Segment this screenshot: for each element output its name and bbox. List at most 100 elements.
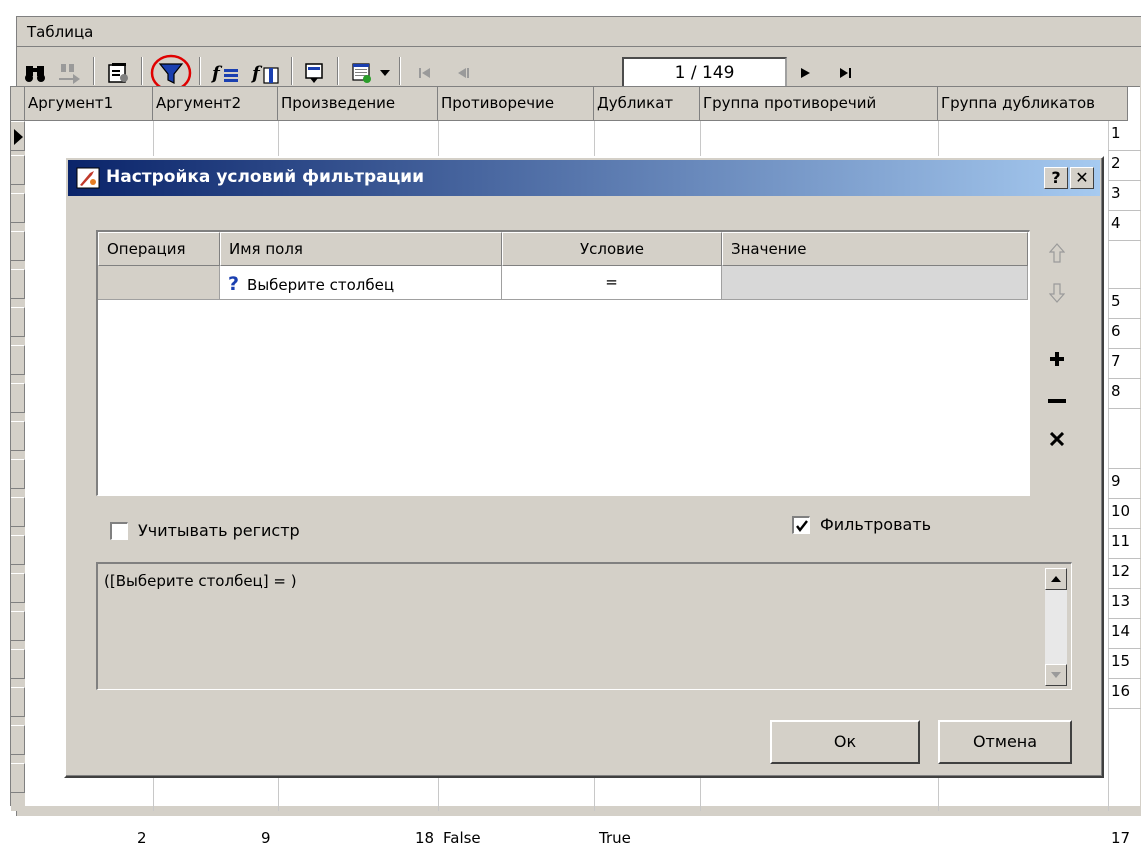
row-header[interactable]	[11, 421, 25, 451]
help-button[interactable]: ?	[1044, 167, 1068, 189]
column-header-field[interactable]: Имя поля	[220, 232, 502, 266]
scroll-down-button[interactable]	[1045, 664, 1067, 686]
table-cell[interactable]: 9	[1108, 469, 1141, 499]
find-icon[interactable]	[21, 59, 51, 87]
row-header[interactable]	[11, 573, 25, 603]
filter-table-header: Операция Имя поля Условие Значение	[98, 232, 1028, 266]
column-header-arg1[interactable]: Аргумент1	[25, 87, 153, 121]
app-icon	[76, 167, 100, 189]
column-header-operation[interactable]: Операция	[98, 232, 220, 266]
row-header[interactable]	[11, 763, 25, 793]
table-cell[interactable]: 9	[261, 825, 271, 855]
row-header[interactable]	[11, 649, 25, 679]
cancel-button[interactable]: Отмена	[938, 720, 1072, 764]
operation-cell[interactable]	[98, 266, 220, 300]
table-row[interactable]: ? Выберите столбец =	[98, 266, 1028, 300]
dialog-title-bar[interactable]: Настройка условий фильтрации ? ✕	[68, 160, 1100, 196]
toolbar-separator	[399, 57, 401, 85]
table-cell[interactable]	[1108, 409, 1141, 469]
row-header[interactable]	[11, 725, 25, 755]
toolbar-separator	[141, 57, 143, 85]
clear-conditions-button[interactable]	[1042, 424, 1072, 454]
row-header[interactable]	[11, 687, 25, 717]
formula-column-icon[interactable]: f	[249, 59, 283, 87]
group-column-values: 1 2 3 4 5 6 7 8 9 10 11 12 13 14 15 16	[1108, 121, 1141, 811]
column-header-condition[interactable]: Условие	[502, 232, 722, 266]
value-cell[interactable]	[722, 266, 1028, 300]
row-header[interactable]	[11, 193, 25, 223]
table-cell[interactable]: 2	[137, 825, 147, 855]
field-cell[interactable]: ? Выберите столбец	[220, 266, 502, 300]
row-header[interactable]	[11, 497, 25, 527]
table-cell[interactable]: 15	[1108, 649, 1141, 679]
dropdown-arrow-icon[interactable]	[379, 67, 391, 79]
table-cell[interactable]: 2	[1108, 151, 1141, 181]
filter-label: Фильтровать	[820, 515, 932, 534]
table-cell[interactable]: True	[599, 825, 631, 855]
row-header[interactable]	[11, 307, 25, 337]
table-row[interactable]: 2 9 18 False True 17	[25, 825, 1135, 855]
filter-conditions-table: Операция Имя поля Условие Значение ? Выбе…	[96, 230, 1030, 496]
toolbar-separator	[93, 57, 95, 85]
column-header-value[interactable]: Значение	[722, 232, 1028, 266]
column-header-contradiction-group[interactable]: Группа противоречий	[700, 87, 938, 121]
last-record-icon[interactable]	[833, 61, 859, 85]
row-header[interactable]	[11, 459, 25, 489]
table-cell[interactable]	[1108, 241, 1141, 289]
column-header-duplicate-group[interactable]: Группа дубликатов	[938, 87, 1128, 121]
find-next-icon[interactable]	[55, 59, 85, 87]
table-cell[interactable]: 10	[1108, 499, 1141, 529]
row-header[interactable]	[11, 269, 25, 299]
condition-cell[interactable]: =	[502, 266, 722, 300]
row-header[interactable]	[11, 155, 25, 185]
add-condition-button[interactable]	[1042, 344, 1072, 374]
column-header-contradiction[interactable]: Противоречие	[438, 87, 594, 121]
table-cell[interactable]: 6	[1108, 319, 1141, 349]
prev-record-icon[interactable]	[451, 61, 477, 85]
remove-condition-button[interactable]	[1042, 386, 1072, 416]
table-cell[interactable]: 4	[1108, 211, 1141, 241]
table-cell[interactable]: 11	[1108, 529, 1141, 559]
column-header-product[interactable]: Произведение	[278, 87, 438, 121]
row-header[interactable]	[11, 383, 25, 413]
table-cell[interactable]: False	[443, 825, 481, 855]
table-cell[interactable]: 12	[1108, 559, 1141, 589]
row-view-icon[interactable]	[299, 59, 329, 87]
row-header[interactable]	[11, 231, 25, 261]
table-cell[interactable]: 1	[1108, 121, 1141, 151]
ok-button[interactable]: Ок	[770, 720, 920, 764]
table-cell[interactable]: 7	[1108, 349, 1141, 379]
formula-icon[interactable]: f	[209, 59, 243, 87]
expression-scrollbar[interactable]	[1045, 568, 1067, 686]
table-cell[interactable]: 14	[1108, 619, 1141, 649]
properties-icon[interactable]	[103, 59, 133, 87]
row-header[interactable]	[11, 611, 25, 641]
first-record-icon[interactable]	[413, 61, 439, 85]
table-cell[interactable]: 13	[1108, 589, 1141, 619]
row-header[interactable]	[11, 535, 25, 565]
field-name: Выберите столбец	[247, 276, 395, 294]
move-down-button[interactable]	[1042, 278, 1072, 308]
case-sensitive-checkbox[interactable]	[110, 522, 128, 540]
row-header[interactable]	[11, 345, 25, 375]
move-up-button[interactable]	[1042, 238, 1072, 268]
close-button[interactable]: ✕	[1070, 167, 1094, 189]
filter-checkbox[interactable]	[792, 516, 810, 534]
row-header[interactable]	[11, 121, 25, 151]
statistics-icon[interactable]	[347, 59, 377, 87]
filter-expression-box[interactable]: ([Выберите столбец] = )	[96, 562, 1072, 690]
column-header-arg2[interactable]: Аргумент2	[153, 87, 278, 121]
window-title: Таблица	[17, 17, 1141, 47]
row-header-column	[11, 121, 25, 811]
table-cell[interactable]: 3	[1108, 181, 1141, 211]
scroll-up-button[interactable]	[1045, 568, 1067, 590]
table-cell[interactable]: 17	[1111, 825, 1130, 855]
column-header-duplicate[interactable]: Дубликат	[594, 87, 700, 121]
table-cell[interactable]: 18	[415, 825, 434, 855]
table-cell[interactable]: 8	[1108, 379, 1141, 409]
svg-text:f: f	[251, 63, 263, 84]
table-cell[interactable]: 16	[1108, 679, 1141, 709]
toolbar-separator	[337, 57, 339, 85]
table-cell[interactable]: 5	[1108, 289, 1141, 319]
next-record-icon[interactable]	[793, 61, 819, 85]
